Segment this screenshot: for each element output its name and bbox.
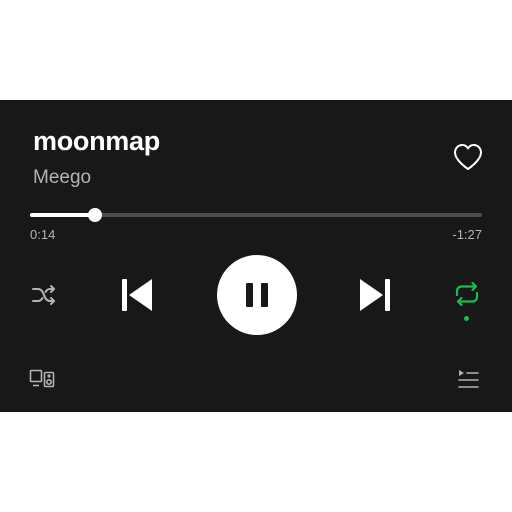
- connect-devices-icon[interactable]: [29, 368, 55, 390]
- heart-icon[interactable]: [452, 142, 484, 172]
- skip-previous-icon[interactable]: [120, 277, 154, 313]
- shuffle-icon[interactable]: [30, 283, 58, 307]
- remaining-time: -1:27: [452, 227, 482, 242]
- skip-next-icon[interactable]: [358, 277, 392, 313]
- play-pause-button[interactable]: [217, 255, 297, 335]
- artist-name[interactable]: Meego: [33, 167, 91, 189]
- progress-handle[interactable]: [87, 208, 102, 222]
- progress-bar[interactable]: [30, 208, 482, 222]
- progress-fill: [30, 213, 95, 217]
- pause-icon: [246, 283, 253, 307]
- queue-icon[interactable]: [456, 368, 480, 390]
- repeat-active-indicator: [464, 316, 469, 321]
- repeat-icon[interactable]: [452, 281, 482, 307]
- track-title: moonmap: [33, 126, 160, 156]
- now-playing-panel: moonmap Meego 0:14 -1:27: [0, 100, 512, 412]
- elapsed-time: 0:14: [30, 227, 56, 242]
